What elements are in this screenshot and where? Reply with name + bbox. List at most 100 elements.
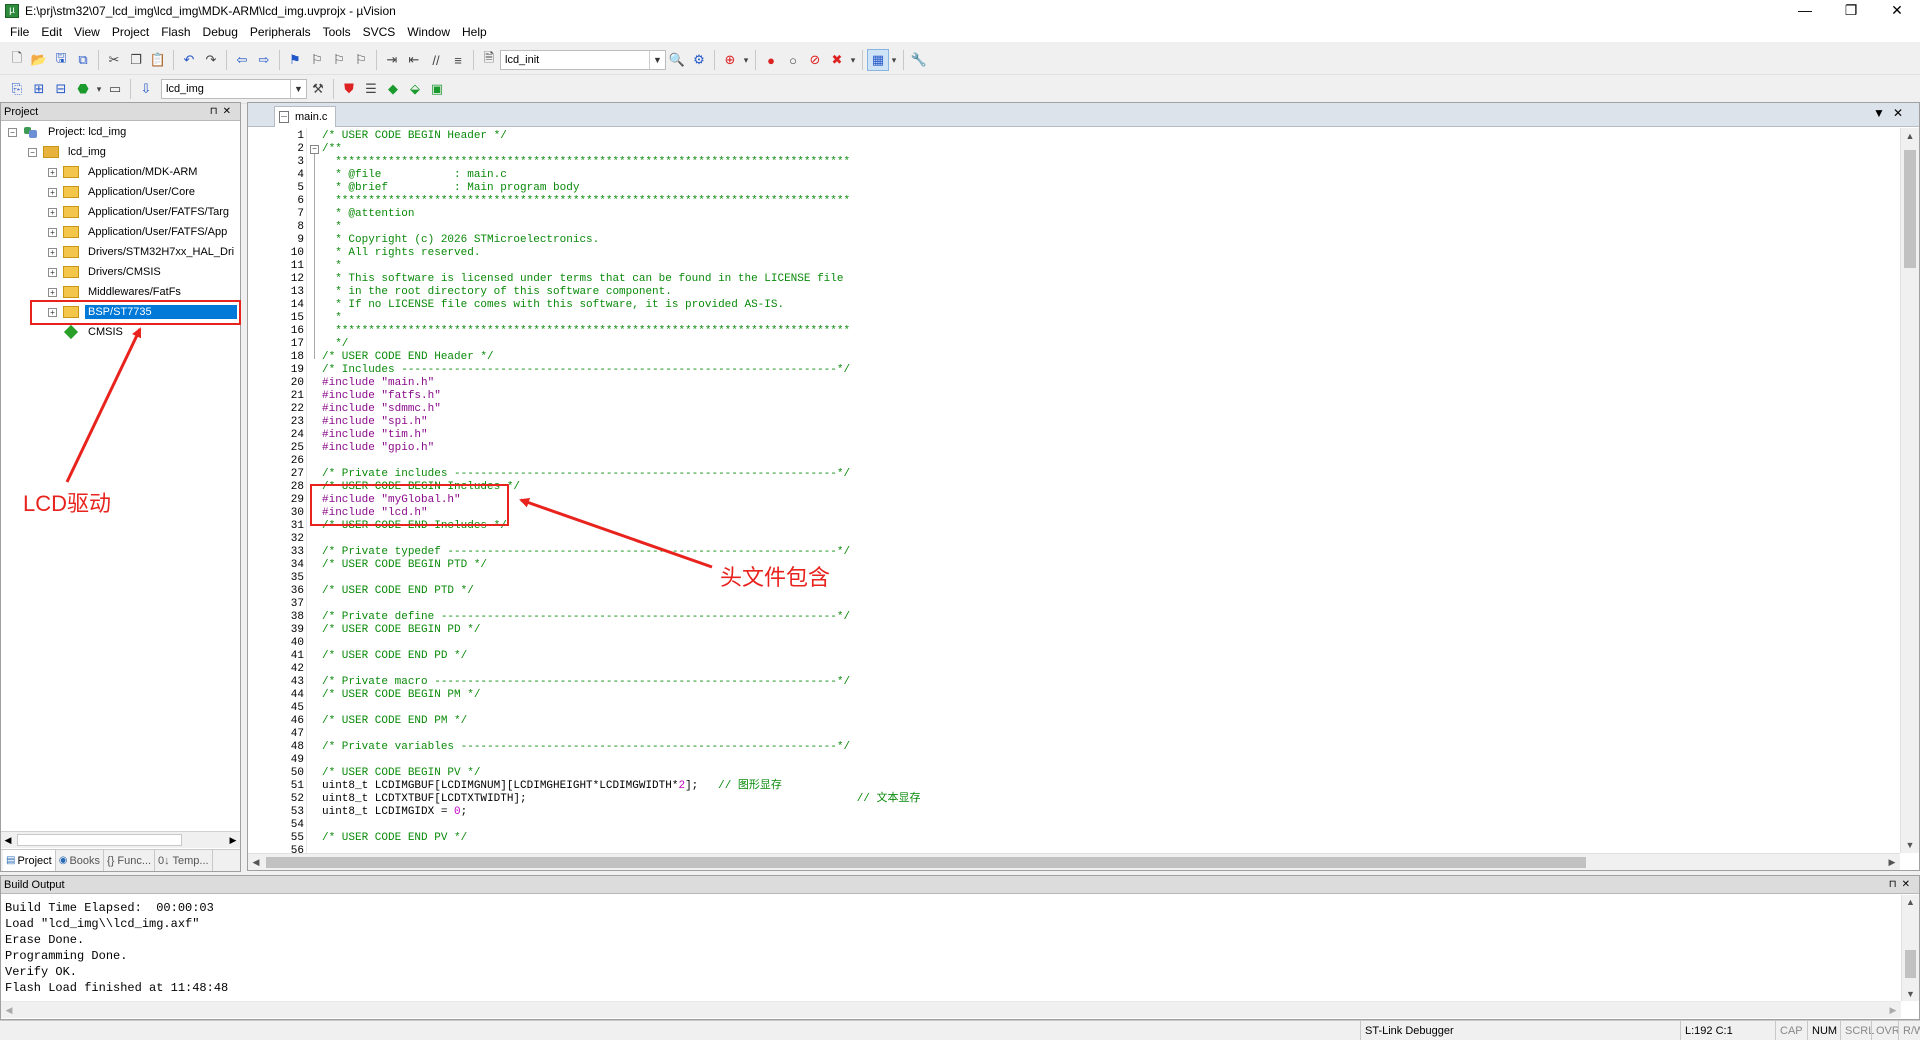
undo-icon[interactable]: ↶ bbox=[178, 49, 200, 71]
code-line[interactable]: 37 bbox=[248, 598, 1900, 611]
close-icon[interactable]: ✕ bbox=[1902, 879, 1915, 890]
scrollbar-thumb[interactable] bbox=[17, 834, 182, 846]
code-line[interactable]: 41 /* USER CODE END PD */ bbox=[248, 650, 1900, 663]
scrollbar-thumb[interactable] bbox=[1905, 950, 1916, 978]
tree-item-group[interactable]: + Drivers/CMSIS bbox=[48, 262, 164, 282]
scroll-up-icon[interactable]: ▲ bbox=[1902, 895, 1919, 909]
code-line[interactable]: 45 bbox=[248, 702, 1900, 715]
stop-build-icon[interactable]: ▭ bbox=[104, 78, 126, 100]
find-combo[interactable]: lcd_init ▼ bbox=[500, 50, 666, 70]
software-packs-icon[interactable]: ▣ bbox=[426, 78, 448, 100]
target-select[interactable]: lcd_img ▼ bbox=[161, 79, 307, 99]
chevron-down-icon[interactable]: ▼ bbox=[290, 80, 306, 98]
tree-item-cmsis[interactable]: CMSIS bbox=[63, 322, 126, 342]
code-line[interactable]: 36 /* USER CODE END PTD */ bbox=[248, 585, 1900, 598]
code-line[interactable]: 39 /* USER CODE BEGIN PD */ bbox=[248, 624, 1900, 637]
code-line[interactable]: 1 /* USER CODE BEGIN Header */ bbox=[248, 130, 1900, 143]
indent-icon[interactable]: ⇥ bbox=[381, 49, 403, 71]
menu-edit[interactable]: Edit bbox=[35, 22, 68, 42]
configure-icon[interactable]: 🔧 bbox=[908, 49, 930, 71]
menu-debug[interactable]: Debug bbox=[197, 22, 244, 42]
copy-icon[interactable]: ❐ bbox=[125, 49, 147, 71]
code-line[interactable]: 26 bbox=[248, 455, 1900, 468]
menu-help[interactable]: Help bbox=[456, 22, 493, 42]
manage-components-icon[interactable]: ⛊ bbox=[338, 78, 360, 100]
code-line[interactable]: 10 * All rights reserved. bbox=[248, 247, 1900, 260]
maximize-button[interactable]: ❐ bbox=[1828, 0, 1874, 22]
menu-svcs[interactable]: SVCS bbox=[357, 22, 402, 42]
code-line[interactable]: 50 /* USER CODE BEGIN PV */ bbox=[248, 767, 1900, 780]
tab-main-c[interactable]: main.c bbox=[274, 106, 336, 127]
dropdown-arrow-icon[interactable]: ▾ bbox=[889, 49, 899, 71]
scrollbar-thumb[interactable] bbox=[266, 857, 1586, 868]
code-line[interactable]: 33 /* Private typedef -------------------… bbox=[248, 546, 1900, 559]
menu-file[interactable]: File bbox=[4, 22, 35, 42]
tree-item-group[interactable]: + Application/MDK-ARM bbox=[48, 162, 200, 182]
code-area[interactable]: 1/* USER CODE BEGIN Header */2−/** 3 ****… bbox=[248, 128, 1900, 853]
code-line[interactable]: 21 #include "fatfs.h" bbox=[248, 390, 1900, 403]
comment-icon[interactable]: // bbox=[425, 49, 447, 71]
save-icon[interactable]: 🖫 bbox=[50, 49, 72, 71]
code-line[interactable]: 12 * This software is licensed under ter… bbox=[248, 273, 1900, 286]
menu-peripherals[interactable]: Peripherals bbox=[244, 22, 317, 42]
tree-item-group[interactable]: + Drivers/STM32H7xx_HAL_Dri bbox=[48, 242, 237, 262]
debug-session-icon[interactable]: ⊕ bbox=[719, 49, 741, 71]
unindent-icon[interactable]: ⇤ bbox=[403, 49, 425, 71]
download-icon[interactable]: ⇩ bbox=[135, 78, 157, 100]
new-file-icon[interactable]: 🗋 bbox=[6, 49, 28, 71]
menu-view[interactable]: View bbox=[68, 22, 106, 42]
find-icon[interactable]: 🔍 bbox=[666, 49, 688, 71]
collapse-icon[interactable]: − bbox=[28, 147, 37, 157]
scroll-down-icon[interactable]: ▼ bbox=[1902, 987, 1919, 1001]
window-layout-icon[interactable]: ▦ bbox=[867, 49, 889, 71]
translate-icon[interactable]: ⎘ bbox=[6, 78, 28, 100]
code-line[interactable]: 5 * @brief : Main program body bbox=[248, 182, 1900, 195]
select-packs-icon[interactable]: ☰ bbox=[360, 78, 382, 100]
open-file-icon[interactable]: 📂 bbox=[28, 49, 50, 71]
code-line[interactable]: 47 bbox=[248, 728, 1900, 741]
code-line[interactable]: 32 bbox=[248, 533, 1900, 546]
menu-tools[interactable]: Tools bbox=[317, 22, 357, 42]
tab-templates[interactable]: 0↓ Temp... bbox=[155, 850, 213, 871]
tree-item-target[interactable]: − lcd_img bbox=[28, 142, 109, 162]
navigate-forward-icon[interactable]: ⇨ bbox=[253, 49, 275, 71]
breakpoint-disable-all-icon[interactable]: ⊘ bbox=[804, 49, 826, 71]
code-line[interactable]: 52 uint8_t LCDTXTBUF[LCDTXTWIDTH]; // 文本显… bbox=[248, 793, 1900, 806]
save-all-icon[interactable]: ⧉ bbox=[72, 49, 94, 71]
bookmark-prev-icon[interactable]: ⚐ bbox=[306, 49, 328, 71]
code-line[interactable]: 22 #include "sdmmc.h" bbox=[248, 403, 1900, 416]
code-line[interactable]: 25 #include "gpio.h" bbox=[248, 442, 1900, 455]
build-icon[interactable]: ⊞ bbox=[28, 78, 50, 100]
scroll-right-icon[interactable]: ▶ bbox=[1885, 1002, 1901, 1018]
expand-icon[interactable]: + bbox=[48, 267, 57, 277]
menu-flash[interactable]: Flash bbox=[155, 22, 196, 42]
close-icon[interactable]: ✕ bbox=[223, 106, 236, 117]
collapse-icon[interactable]: − bbox=[8, 127, 17, 137]
code-line[interactable]: 8 * bbox=[248, 221, 1900, 234]
tree-item-project-root[interactable]: − Project: lcd_img bbox=[8, 122, 129, 142]
code-line[interactable]: 24 #include "tim.h" bbox=[248, 429, 1900, 442]
editor-horizontal-scrollbar[interactable]: ◀ ▶ bbox=[248, 853, 1900, 870]
code-line[interactable]: 19 /* Includes --------------------------… bbox=[248, 364, 1900, 377]
tree-item-group[interactable]: + Application/User/FATFS/Targ bbox=[48, 202, 232, 222]
target-options-icon[interactable]: ⚒ bbox=[307, 78, 329, 100]
scroll-right-icon[interactable]: ▶ bbox=[1884, 854, 1900, 870]
pin-icon[interactable]: ⊓ bbox=[1889, 879, 1902, 890]
breakpoint-disable-icon[interactable]: ○ bbox=[782, 49, 804, 71]
scrollbar-thumb[interactable] bbox=[1904, 150, 1916, 268]
expand-icon[interactable]: + bbox=[48, 207, 57, 217]
breakpoint-insert-icon[interactable]: ● bbox=[760, 49, 782, 71]
output-vertical-scrollbar[interactable]: ▲ ▼ bbox=[1901, 895, 1919, 1001]
code-line[interactable]: 2−/** bbox=[248, 143, 1900, 156]
code-line[interactable]: 11 * bbox=[248, 260, 1900, 273]
code-line[interactable]: 51 uint8_t LCDIMGBUF[LCDIMGNUM][LCDIMGHEI… bbox=[248, 780, 1900, 793]
code-line[interactable]: 9 * Copyright (c) 2026 STMicroelectronic… bbox=[248, 234, 1900, 247]
project-horizontal-scrollbar[interactable]: ◀ ▶ bbox=[1, 831, 240, 848]
tree-item-group[interactable]: + Application/User/Core bbox=[48, 182, 198, 202]
scroll-right-icon[interactable]: ▶ bbox=[226, 833, 240, 848]
dropdown-arrow-icon[interactable]: ▾ bbox=[848, 49, 858, 71]
pin-icon[interactable]: ⊓ bbox=[210, 106, 223, 117]
code-line[interactable]: 7 * @attention bbox=[248, 208, 1900, 221]
code-line[interactable]: 42 bbox=[248, 663, 1900, 676]
minimize-button[interactable]: — bbox=[1782, 0, 1828, 22]
